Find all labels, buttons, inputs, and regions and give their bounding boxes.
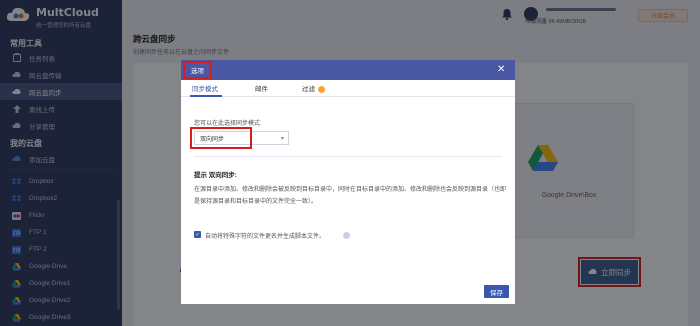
tip-body: 在源目录中添加、修改和删除会被反映到目标目录中，同时在目标目录中的添加、修改和删… (194, 187, 507, 205)
premium-badge-icon (318, 85, 325, 93)
tip-title: 提示 双向同步: (194, 172, 237, 179)
tab-email[interactable]: 邮件 (255, 83, 268, 93)
active-tab-indicator (190, 95, 222, 97)
rename-special-chars-label: 自动将特殊字符的文件更名并生成脚本文件。 (205, 234, 326, 240)
tab-sync-mode[interactable]: 同步模式 (192, 83, 218, 93)
help-icon[interactable] (343, 232, 350, 239)
highlight-box (190, 127, 252, 149)
sync-mode-hint: 您可以在此选择同步模式: (194, 121, 262, 127)
options-modal: 选项 ✕ 同步模式 邮件 过滤 您可以在此选择同步模式: 双向同步 ▾ 提示 双… (181, 60, 515, 304)
modal-title: 选项 (183, 61, 212, 79)
chevron-down-icon: ▾ (280, 136, 284, 142)
modal-header: 选项 ✕ (181, 60, 515, 80)
tab-filter[interactable]: 过滤 (302, 83, 325, 93)
save-button[interactable]: 保存 (484, 285, 509, 298)
rename-special-chars-checkbox[interactable]: ✓ (194, 231, 201, 238)
tab-filter-label: 过滤 (302, 86, 315, 93)
close-icon[interactable]: ✕ (497, 64, 505, 75)
modal-tabs: 同步模式 邮件 过滤 (181, 80, 515, 97)
divider (194, 156, 502, 157)
